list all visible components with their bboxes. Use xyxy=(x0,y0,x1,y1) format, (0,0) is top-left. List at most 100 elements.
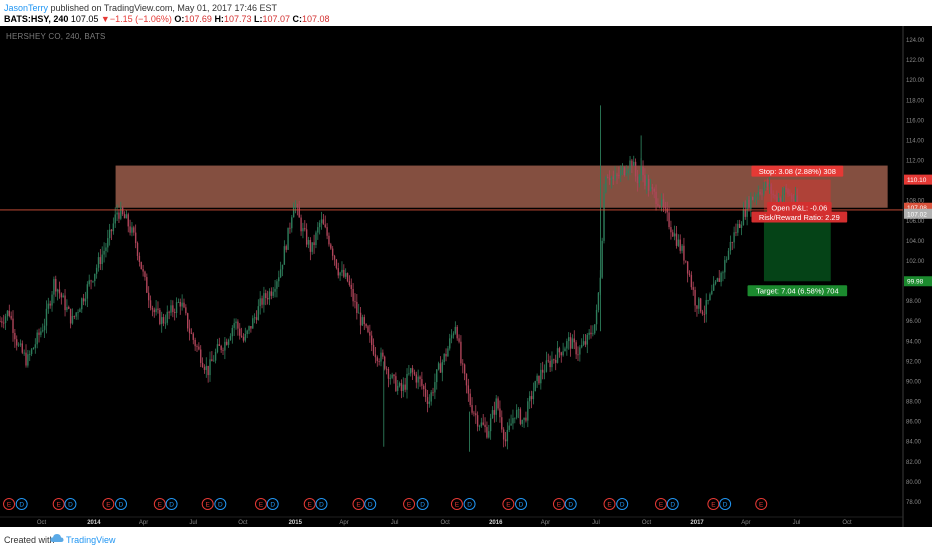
candle-body xyxy=(302,228,304,232)
candle-body xyxy=(395,376,397,391)
candle-body xyxy=(90,280,92,282)
candle-body xyxy=(458,338,460,342)
candle-body xyxy=(255,317,258,320)
candle-body xyxy=(423,385,425,390)
event-marker-label: E xyxy=(206,501,211,508)
candle-body xyxy=(73,316,76,317)
candle-body xyxy=(36,332,38,345)
candle-body xyxy=(296,206,299,208)
candle-body xyxy=(211,359,213,362)
candle-body xyxy=(581,344,583,348)
candle-body xyxy=(29,354,31,355)
x-tick-label: Jul xyxy=(592,520,600,526)
candle-body xyxy=(279,269,282,278)
candle-body xyxy=(147,292,150,301)
candle-body xyxy=(356,301,358,313)
candle-body xyxy=(88,280,90,285)
candle-body xyxy=(84,298,87,302)
candle-body xyxy=(108,229,111,239)
candle-body xyxy=(484,424,486,428)
candle-body xyxy=(393,374,395,377)
open-pnl-label: Open P&L: -0.06 xyxy=(771,204,827,213)
candle-body xyxy=(140,261,142,270)
candle-body xyxy=(601,240,603,278)
candle-body xyxy=(607,177,609,178)
price-tag: 107.02 xyxy=(907,211,927,218)
candle-body xyxy=(157,308,159,310)
candle-body xyxy=(12,318,14,333)
candle-body xyxy=(519,409,522,424)
candle-body xyxy=(333,255,336,260)
candle-body xyxy=(116,212,118,215)
tradingview-cloud-icon xyxy=(50,534,64,542)
candle-body xyxy=(781,195,784,202)
candle-body xyxy=(246,330,248,334)
candle-body xyxy=(614,174,616,179)
candle-body xyxy=(371,335,373,345)
event-marker-label: D xyxy=(169,501,174,508)
candle-body xyxy=(525,417,527,421)
candle-body xyxy=(763,187,765,195)
candle-body xyxy=(309,240,312,252)
candle-body xyxy=(263,293,265,305)
candle-body xyxy=(328,235,330,245)
candle-body xyxy=(1,321,3,323)
candle-body xyxy=(473,412,475,414)
candle-body xyxy=(672,232,674,237)
candle-body xyxy=(428,401,431,404)
candle-body xyxy=(205,365,207,370)
candle-body xyxy=(530,396,533,400)
y-tick-label: 98.00 xyxy=(906,299,922,305)
price-chart[interactable]: 124.00 122.00 120.00 118.00 116.00 114.00 112.… xyxy=(0,0,932,527)
candle-body xyxy=(791,195,793,200)
candle-body xyxy=(712,283,715,291)
candle-body xyxy=(794,195,797,202)
candle-body xyxy=(419,376,421,380)
y-tick-label: 80.00 xyxy=(906,480,922,486)
candle-body xyxy=(673,233,676,237)
candle-body xyxy=(69,308,72,324)
candle-body xyxy=(417,376,419,383)
candle-body xyxy=(447,348,449,357)
risk-reward-label: Risk/Reward Ratio: 2.29 xyxy=(759,213,840,222)
candle-body xyxy=(103,250,105,255)
candle-body xyxy=(748,199,750,209)
y-tick-label: 102.00 xyxy=(906,259,925,265)
candle-body xyxy=(534,381,536,392)
candle-body xyxy=(759,192,761,194)
candle-body xyxy=(528,396,531,402)
candle-body xyxy=(123,214,126,219)
candle-body xyxy=(324,224,326,228)
candle-body xyxy=(502,429,505,440)
tradingview-brand-link[interactable]: TradingView xyxy=(66,535,116,545)
candle-body xyxy=(463,364,466,374)
chart-title: HERSHEY CO, 240, BATS xyxy=(6,32,106,41)
candle-body xyxy=(173,312,176,313)
candle-body xyxy=(651,187,654,189)
candle-body xyxy=(588,332,590,335)
candle-body xyxy=(462,363,464,365)
candle-body xyxy=(131,227,133,233)
candle-body xyxy=(469,393,471,406)
candle-body xyxy=(121,207,124,215)
candle-body xyxy=(625,173,628,175)
candle-body xyxy=(259,298,261,307)
candle-body xyxy=(703,314,706,315)
candle-body xyxy=(320,219,323,223)
candle-body xyxy=(612,177,615,179)
candle-body xyxy=(618,175,620,177)
candle-body xyxy=(647,178,650,191)
candle-body xyxy=(99,257,102,265)
candle-body xyxy=(66,307,68,311)
candle-body xyxy=(660,199,663,206)
candle-body xyxy=(53,278,55,295)
event-marker-label: E xyxy=(259,501,264,508)
candle-body xyxy=(605,177,607,193)
candle-body xyxy=(43,325,46,331)
candle-body xyxy=(692,287,694,290)
candle-body xyxy=(670,227,672,233)
candle-body xyxy=(153,309,155,313)
candle-body xyxy=(239,328,241,336)
y-tick-label: 90.00 xyxy=(906,379,922,385)
candle-body xyxy=(160,317,163,325)
